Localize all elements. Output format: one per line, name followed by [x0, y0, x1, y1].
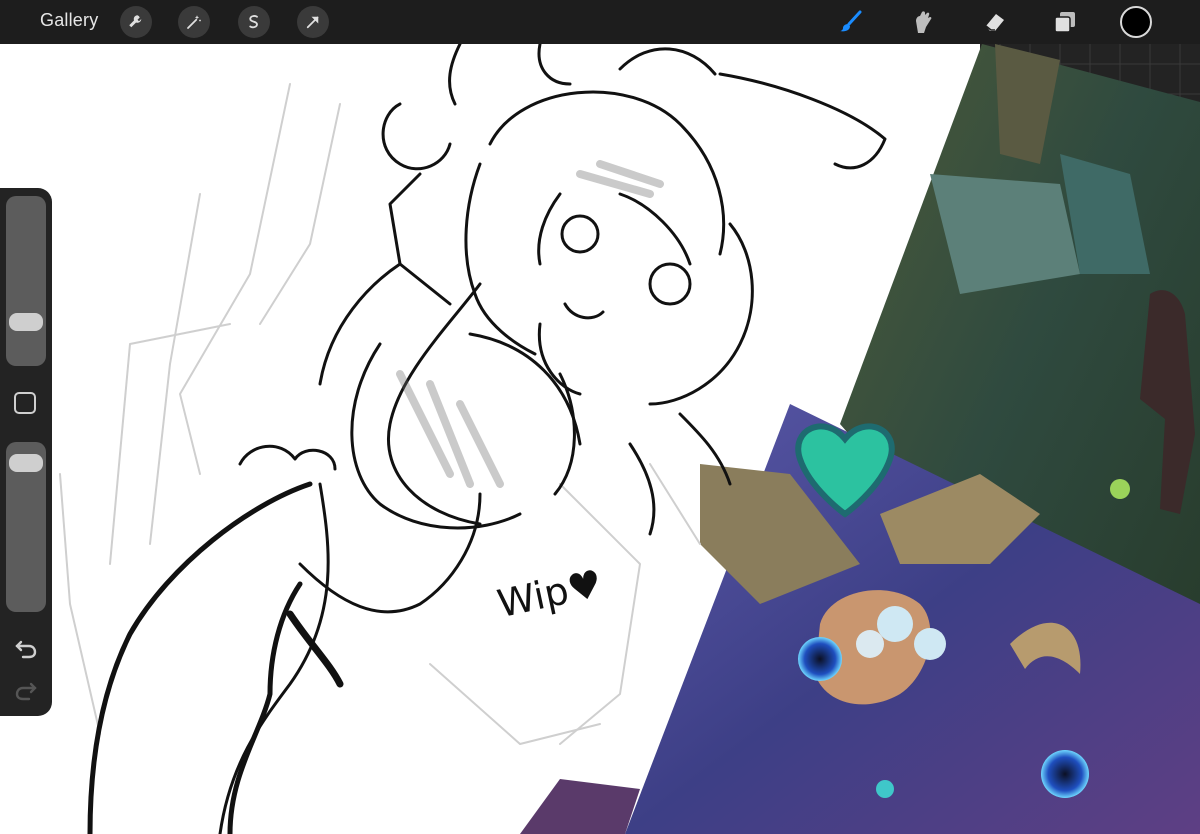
smudge-icon[interactable] — [908, 7, 938, 37]
wrench-icon[interactable] — [120, 6, 152, 38]
modify-square-icon[interactable] — [14, 392, 36, 414]
canvas-artwork: Wip♥ — [59, 44, 1200, 834]
undo-icon[interactable] — [13, 634, 39, 660]
redo-icon[interactable] — [13, 676, 39, 702]
magic-wand-icon[interactable] — [178, 6, 210, 38]
top-toolbar: Gallery — [0, 0, 1200, 44]
selection-icon[interactable] — [238, 6, 270, 38]
drawing-canvas[interactable]: Wip♥ — [0, 44, 1200, 834]
layers-icon[interactable] — [1050, 7, 1080, 37]
brush-size-slider-knob[interactable] — [9, 312, 43, 331]
opacity-slider[interactable] — [6, 442, 46, 612]
gallery-button[interactable]: Gallery — [40, 10, 98, 31]
opacity-slider-knob[interactable] — [9, 453, 43, 472]
left-sidebar — [0, 188, 52, 716]
eraser-icon[interactable] — [980, 7, 1010, 37]
transform-arrow-icon[interactable] — [297, 6, 329, 38]
handwritten-wip-text: Wip♥ — [494, 561, 606, 626]
brush-size-slider[interactable] — [6, 196, 46, 366]
brush-icon[interactable] — [836, 7, 866, 37]
color-picker-button[interactable] — [1120, 6, 1152, 38]
